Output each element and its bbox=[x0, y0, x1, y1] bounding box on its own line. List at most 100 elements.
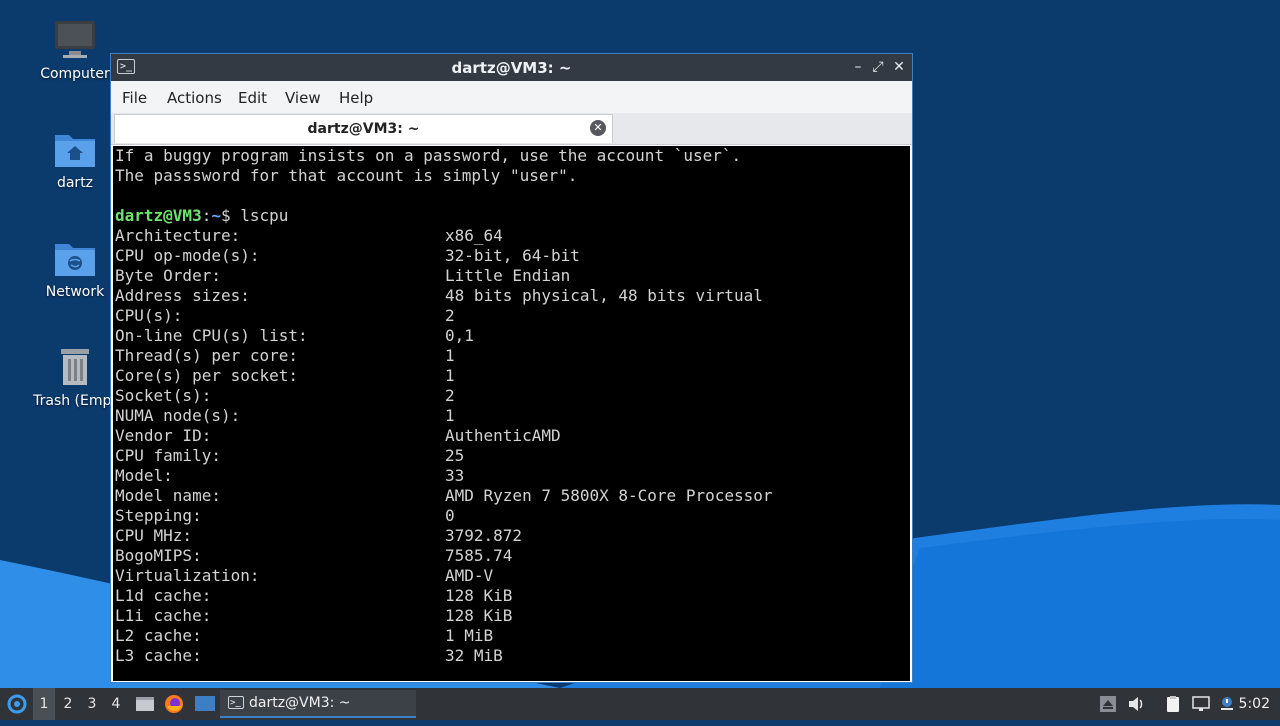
lscpu-row: L3 cache: 32 MiB bbox=[115, 646, 910, 666]
network-folder-icon bbox=[53, 236, 97, 280]
lscpu-value: 0,1 bbox=[445, 326, 474, 345]
start-menu-button[interactable] bbox=[4, 688, 30, 720]
workspace-2[interactable]: 2 bbox=[57, 688, 79, 720]
taskbar-task-terminal[interactable]: >_ dartz@VM3: ~ bbox=[220, 690, 416, 718]
terminal-window[interactable]: >_ dartz@VM3: ~ – ⤢ ✕ File Actions Edit … bbox=[110, 53, 913, 683]
lscpu-value: AMD Ryzen 7 5800X 8-Core Processor bbox=[445, 486, 773, 505]
prompt-command: lscpu bbox=[240, 206, 289, 225]
prompt-user-host: dartz@VM3 bbox=[115, 206, 202, 225]
tab-terminal[interactable]: dartz@VM3: ~ ✕ bbox=[114, 114, 613, 143]
lscpu-row: CPU op-mode(s): 32-bit, 64-bit bbox=[115, 246, 910, 266]
prompt-line: dartz@VM3:~$ lscpu bbox=[115, 206, 910, 226]
firefox-icon bbox=[165, 695, 183, 713]
lscpu-row: Core(s) per socket: 1 bbox=[115, 366, 910, 386]
tab-bar: dartz@VM3: ~ ✕ bbox=[111, 113, 912, 145]
window-titlebar[interactable]: >_ dartz@VM3: ~ – ⤢ ✕ bbox=[111, 54, 912, 81]
network-icon[interactable] bbox=[1192, 695, 1210, 713]
desktop-icon-home[interactable]: dartz bbox=[29, 127, 121, 191]
desktop-icon-computer[interactable]: Computer bbox=[29, 18, 121, 82]
lscpu-row: L2 cache: 1 MiB bbox=[115, 626, 910, 646]
lscpu-key: On-line CPU(s) list: bbox=[115, 326, 308, 345]
lscpu-key: Virtualization: bbox=[115, 566, 260, 585]
lscpu-value: 1 bbox=[445, 406, 455, 425]
workspace-4[interactable]: 4 bbox=[105, 688, 127, 720]
desktop-icon bbox=[195, 696, 215, 711]
lscpu-row: Stepping: 0 bbox=[115, 506, 910, 526]
desktop-icon-network[interactable]: Network bbox=[29, 236, 121, 300]
clock: 5:02 bbox=[1238, 696, 1270, 712]
lscpu-value: AuthenticAMD bbox=[445, 426, 561, 445]
menu-actions[interactable]: Actions bbox=[167, 89, 222, 107]
menu-bar: File Actions Edit View Help bbox=[111, 81, 912, 113]
volume-icon[interactable] bbox=[1127, 695, 1145, 713]
home-folder-icon bbox=[53, 127, 97, 171]
task-label: dartz@VM3: ~ bbox=[249, 695, 351, 711]
lscpu-value: 0 bbox=[445, 506, 455, 525]
workspace-1[interactable]: 1 bbox=[33, 688, 55, 720]
lscpu-row: Byte Order: Little Endian bbox=[115, 266, 910, 286]
menu-edit[interactable]: Edit bbox=[238, 89, 267, 107]
eject-icon[interactable] bbox=[1099, 695, 1117, 713]
menu-help[interactable]: Help bbox=[339, 89, 373, 107]
prompt-path: ~ bbox=[211, 206, 221, 225]
lscpu-value: 32 MiB bbox=[445, 646, 503, 665]
minimize-button[interactable]: – bbox=[849, 58, 867, 76]
lscpu-output: Architecture: x86_64 CPU op-mode(s): 32-bit… bbox=[115, 226, 910, 666]
lscpu-key: L2 cache: bbox=[115, 626, 202, 645]
lscpu-row: L1d cache: 128 KiB bbox=[115, 586, 910, 606]
lscpu-value: 128 KiB bbox=[445, 606, 513, 625]
lscpu-row: Model: 33 bbox=[115, 466, 910, 486]
lscpu-row: On-line CPU(s) list: 0,1 bbox=[115, 326, 910, 346]
lscpu-row: Thread(s) per core: 1 bbox=[115, 346, 910, 366]
lscpu-key: Byte Order: bbox=[115, 266, 221, 285]
lscpu-row: Model name: AMD Ryzen 7 5800X 8-Core Proc… bbox=[115, 486, 910, 506]
maximize-button[interactable]: ⤢ bbox=[869, 58, 887, 76]
menu-file[interactable]: File bbox=[122, 89, 147, 107]
lscpu-row: Architecture: x86_64 bbox=[115, 226, 910, 246]
workspace-3[interactable]: 3 bbox=[81, 688, 103, 720]
lscpu-row: Virtualization: AMD-V bbox=[115, 566, 910, 586]
lscpu-row: CPU family: 25 bbox=[115, 446, 910, 466]
desktop-icon-trash[interactable]: Trash (Empt bbox=[29, 345, 121, 409]
lscpu-key: Model name: bbox=[115, 486, 221, 505]
taskbar: 1 2 3 4 >_ dartz@VM3: ~ 5:02 bbox=[0, 688, 1280, 720]
lscpu-value: 2 bbox=[445, 386, 455, 405]
terminal-output[interactable]: If a buggy program insists on a password… bbox=[113, 146, 910, 681]
monitor-icon bbox=[53, 18, 97, 62]
notification-icon[interactable] bbox=[1218, 695, 1236, 713]
lscpu-key: Core(s) per socket: bbox=[115, 366, 299, 385]
show-desktop-launcher[interactable] bbox=[193, 688, 217, 720]
lscpu-row: Address sizes: 48 bits physical, 48 bits … bbox=[115, 286, 910, 306]
lscpu-key: CPU op-mode(s): bbox=[115, 246, 260, 265]
lscpu-value: 128 KiB bbox=[445, 586, 513, 605]
lscpu-value: 1 MiB bbox=[445, 626, 494, 645]
lscpu-value: x86_64 bbox=[445, 226, 503, 245]
lscpu-key: L1d cache: bbox=[115, 586, 212, 605]
lscpu-key: NUMA node(s): bbox=[115, 406, 241, 425]
lscpu-key: L3 cache: bbox=[115, 646, 202, 665]
lscpu-key: L1i cache: bbox=[115, 606, 212, 625]
lscpu-key: Vendor ID: bbox=[115, 426, 212, 445]
lxqt-logo-icon bbox=[7, 694, 27, 714]
firefox-launcher[interactable] bbox=[163, 688, 185, 720]
file-manager-launcher[interactable] bbox=[134, 688, 156, 720]
lscpu-value: Little Endian bbox=[445, 266, 571, 285]
file-manager-icon bbox=[136, 697, 154, 711]
lscpu-row: NUMA node(s): 1 bbox=[115, 406, 910, 426]
lscpu-value: 2 bbox=[445, 306, 455, 325]
tab-label: dartz@VM3: ~ bbox=[307, 121, 420, 137]
lscpu-value: 1 bbox=[445, 366, 455, 385]
lscpu-key: Thread(s) per core: bbox=[115, 346, 299, 365]
tab-close-icon[interactable]: ✕ bbox=[590, 120, 606, 136]
close-button[interactable]: ✕ bbox=[890, 58, 908, 76]
lscpu-key: Address sizes: bbox=[115, 286, 250, 305]
trash-icon bbox=[53, 345, 97, 389]
prompt-sep: : bbox=[201, 206, 212, 225]
clipboard-icon[interactable] bbox=[1164, 695, 1182, 713]
lscpu-value: 32-bit, 64-bit bbox=[445, 246, 580, 265]
lscpu-value: 1 bbox=[445, 346, 455, 365]
menu-view[interactable]: View bbox=[285, 89, 321, 107]
motd-line: If a buggy program insists on a password… bbox=[115, 146, 742, 165]
lscpu-key: Socket(s): bbox=[115, 386, 212, 405]
